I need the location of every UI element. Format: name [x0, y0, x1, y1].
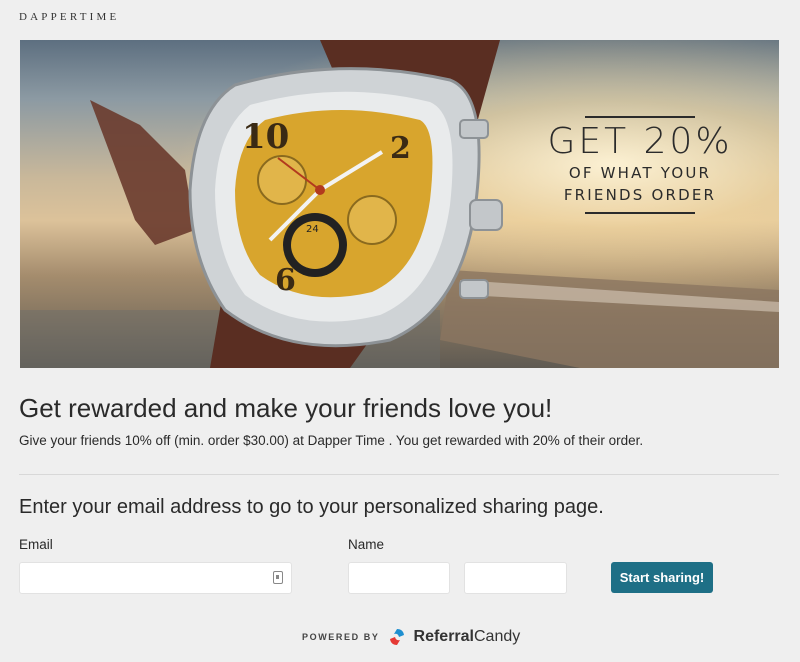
- promo-text: GET 20% OF WHAT YOUR FRIENDS ORDER: [520, 116, 760, 214]
- provider-name-part-a: Referral: [413, 628, 474, 645]
- powered-by-label: POWERED BY: [302, 632, 380, 642]
- promo-top-rule: [585, 116, 695, 118]
- powered-by-footer: POWERED BY ReferralCandy: [302, 628, 520, 646]
- brand-logo: DAPPERTIME: [19, 11, 120, 23]
- last-name-field[interactable]: [464, 562, 567, 594]
- page-headline: Get rewarded and make your friends love …: [19, 393, 553, 423]
- provider-name-part-b: Candy: [474, 628, 521, 645]
- contact-card-icon: [273, 571, 283, 584]
- svg-text:2: 2: [390, 131, 411, 166]
- name-label: Name: [348, 537, 385, 552]
- email-label: Email: [19, 537, 53, 552]
- promo-banner: 24 10 2 6 GET 20% OF WHAT YOUR FRIENDS O…: [20, 40, 779, 368]
- form-prompt: Enter your email address to go to your p…: [19, 496, 604, 518]
- referralcandy-logo-text[interactable]: ReferralCandy: [414, 628, 521, 646]
- promo-bottom-rule: [585, 212, 695, 214]
- email-field[interactable]: [19, 562, 292, 594]
- promo-line-1: GET 20%: [547, 121, 733, 162]
- section-divider: [19, 474, 779, 475]
- referralcandy-logo-icon: [389, 629, 404, 645]
- offer-description: Give your friends 10% off (min. order $3…: [19, 433, 644, 448]
- promo-line-3: FRIENDS ORDER: [563, 186, 717, 204]
- start-sharing-button[interactable]: Start sharing!: [611, 562, 713, 593]
- promo-line-2: OF WHAT YOUR: [568, 164, 712, 182]
- svg-text:24: 24: [306, 224, 319, 235]
- svg-text:10: 10: [242, 117, 289, 157]
- first-name-field[interactable]: [348, 562, 450, 594]
- svg-text:6: 6: [275, 263, 296, 298]
